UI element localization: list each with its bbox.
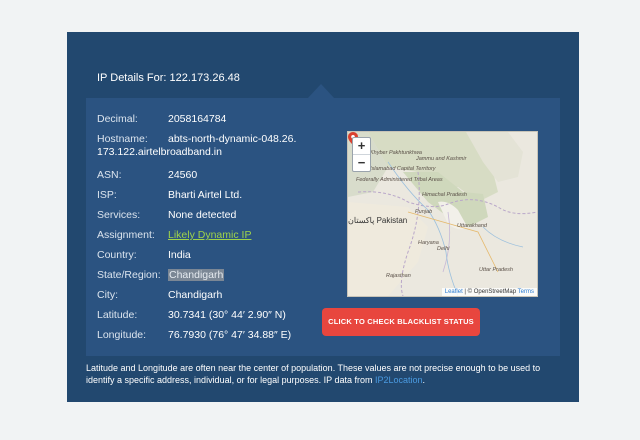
map-label-uttarakhand: Uttarakhand (457, 223, 487, 229)
zoom-out-button[interactable]: − (353, 154, 370, 171)
map-label-hp: Himachal Pradesh (422, 192, 467, 198)
map-label-haryana: Haryana (418, 240, 439, 246)
detail-value: Chandigarh (168, 289, 223, 301)
map-attribution: Leaflet | © OpenStreetMap Terms (441, 288, 537, 296)
detail-label: Services: (97, 209, 141, 221)
map-label-rajasthan: Rajasthan (386, 273, 411, 279)
panel-notch (307, 84, 335, 99)
detail-value: None detected (168, 209, 237, 221)
detail-value: 2058164784 (168, 113, 227, 125)
map-label-delhi: Delhi (437, 246, 450, 252)
state-value-selected: Chandigarh (168, 269, 225, 281)
map-label-jk: Jammu and Kashmir (416, 156, 467, 162)
detail-label: Country: (97, 249, 137, 261)
zoom-in-button[interactable]: + (353, 138, 370, 154)
panel-title: IP Details For: 122.173.26.48 (97, 72, 240, 84)
detail-value: 24560 (168, 169, 198, 181)
location-map[interactable]: Khyber Pakhtunkhwa Islamabad Capital Ter… (347, 131, 538, 297)
detail-label: Latitude: (97, 309, 138, 321)
map-label-punjab: Punjab (415, 209, 433, 215)
detail-row-decimal: Decimal: 2058164784 (97, 113, 288, 126)
map-label-pakistan: پاکستان Pakistan (348, 216, 408, 225)
disclaimer-text: Latitude and Longitude are often near th… (86, 363, 541, 385)
map-zoom-control: + − (352, 137, 371, 172)
attribution-text: | © OpenStreetMap (462, 289, 518, 295)
terms-link[interactable]: Terms (518, 289, 534, 295)
assignment-link[interactable]: Likely Dynamic IP (168, 229, 288, 242)
leaflet-link[interactable]: Leaflet (445, 289, 463, 295)
detail-value: India (168, 249, 191, 261)
detail-row-assignment: Assignment: Likely Dynamic IP (97, 229, 288, 242)
detail-value: Bharti Airtel Ltd. (168, 189, 243, 201)
detail-label: ASN: (97, 169, 122, 181)
map-label-khyber: Khyber Pakhtunkhwa (370, 150, 422, 156)
ip-details-panel: IP Details For: 122.173.26.48 Decimal: 2… (67, 32, 579, 402)
ip2location-link[interactable]: IP2Location (375, 375, 423, 385)
geo-disclaimer: Latitude and Longitude are often near th… (86, 362, 566, 386)
disclaimer-end: . (422, 375, 426, 385)
detail-row-services: Services: None detected (97, 209, 288, 222)
map-label-up: Uttar Pradesh (479, 267, 513, 273)
detail-label: Assignment: (97, 229, 155, 241)
check-blacklist-button[interactable]: CLICK TO CHECK BLACKLIST STATUS (322, 308, 480, 336)
detail-row-city: City: Chandigarh (97, 289, 288, 302)
detail-row-asn: ASN: 24560 (97, 169, 288, 182)
map-label-islamabad: Islamabad Capital Territory (370, 166, 436, 172)
ip-details-card: Decimal: 2058164784 Hostname: abts-north… (86, 98, 560, 356)
detail-row-state: State/Region: Chandigarh (97, 269, 225, 282)
detail-row-country: Country: India (97, 249, 288, 262)
detail-label: City: (97, 289, 118, 301)
detail-label: Longitude: (97, 329, 147, 341)
detail-label: ISP: (97, 189, 117, 201)
map-label-fata: Federally Administered Tribal Areas (356, 177, 443, 183)
hostname-value: abts-north-dynamic-048.26.173.122.airtel… (97, 133, 297, 158)
detail-label: State/Region: (97, 269, 161, 281)
detail-row-isp: ISP: Bharti Airtel Ltd. (97, 189, 288, 202)
detail-label: Decimal: (97, 113, 138, 125)
